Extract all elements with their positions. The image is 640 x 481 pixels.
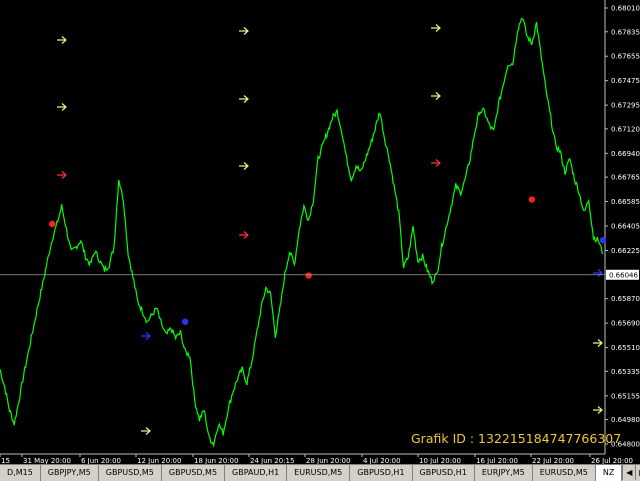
price-tick-label: 0.66940 xyxy=(611,150,640,158)
price-tick-label: 0.68010 xyxy=(611,5,640,13)
signal-arrow-icon xyxy=(593,406,603,414)
signal-arrow-icon xyxy=(239,95,249,103)
price-tick-label: 0.65510 xyxy=(611,344,640,352)
price-tick-label: 0.65690 xyxy=(611,320,640,328)
price-tick-label: 0.67295 xyxy=(611,102,640,110)
triangle-left-icon[interactable]: ◀ xyxy=(622,465,636,480)
signal-arrow-icon xyxy=(593,269,603,277)
time-tick-label: 16 Jul 20:00 xyxy=(476,457,518,464)
chart-tab[interactable]: EURUSD,M5 xyxy=(532,465,596,481)
chart-tabs-bar: D,M15 GBPJPY,M5 GBPUSD,M5 GBPUSD,M5 GBPA… xyxy=(0,464,640,481)
chart-tab[interactable]: GBPUSD,M5 xyxy=(98,465,162,481)
price-tick-label: 0.65155 xyxy=(611,392,640,400)
signal-arrow-icon xyxy=(431,24,441,32)
chart-tab[interactable]: GBPUSD,H1 xyxy=(350,465,413,481)
price-tick-label: 0.64980 xyxy=(611,416,640,424)
current-price: 0.66046 xyxy=(0,269,639,280)
time-tick-label: 18 Jun 20:00 xyxy=(194,457,238,464)
time-tick-label: 24 Jun 20:15 xyxy=(250,457,294,464)
signal-dot xyxy=(599,237,607,244)
price-line xyxy=(0,18,604,448)
time-tick-label: 31 May 20:00 xyxy=(23,457,71,464)
time-tick-label: 28 Jun 20:00 xyxy=(306,457,350,464)
price-tick-label: 0.66405 xyxy=(611,223,640,231)
signal-arrow-icon xyxy=(593,339,603,347)
signal-arrow-icon xyxy=(239,162,249,170)
signal-arrow-icon xyxy=(141,332,151,340)
time-tick-label: 6 Jun 20:00 xyxy=(81,457,121,464)
chart-tab[interactable]: GBPJPY,M5 xyxy=(40,465,99,481)
signal-arrow-icon xyxy=(57,171,67,179)
time-tick-label: 26 Jul 20:00 xyxy=(591,457,633,464)
price-series xyxy=(0,18,604,448)
signal-dot xyxy=(181,318,189,325)
chart-tab[interactable]: GBPUSD,H1 xyxy=(412,465,475,481)
triangle-right-icon[interactable]: ▶ xyxy=(635,465,640,480)
current-price-label: 0.66046 xyxy=(609,271,638,279)
chart-tab[interactable]: EURJPY,M5 xyxy=(474,465,533,481)
signal-arrow-icon xyxy=(141,427,151,435)
price-tick-label: 0.67655 xyxy=(611,53,640,61)
price-tick-label: 0.66765 xyxy=(611,174,640,182)
tab-scroll-controls: ◀ ▶ xyxy=(622,465,640,481)
signal-arrow-icon xyxy=(239,231,249,239)
time-tick-label: 12 Jun 20:00 xyxy=(137,457,181,464)
chart-tab[interactable]: D,M15 xyxy=(0,465,41,481)
chart-tab[interactable]: EURUSD,M5 xyxy=(287,465,351,481)
signal-dot xyxy=(49,220,56,228)
signal-arrow-icon xyxy=(431,92,441,100)
time-tick-label: 22 Jul 20:00 xyxy=(532,457,574,464)
price-tick-label: 0.65335 xyxy=(611,368,640,376)
signal-markers xyxy=(49,196,607,325)
time-tick-label: 10 Jul 20:00 xyxy=(419,457,461,464)
price-tick-label: 0.67120 xyxy=(611,125,640,133)
chart-frame xyxy=(0,0,606,455)
time-tick-label: 4 Jul 20:00 xyxy=(363,457,401,464)
signal-arrow-icon xyxy=(57,36,67,44)
signal-arrow-icon xyxy=(57,103,67,111)
signal-dot xyxy=(528,196,535,203)
signal-dot xyxy=(305,272,312,279)
chart-tab[interactable]: GBPAUD,H1 xyxy=(225,465,288,481)
price-tick-label: 0.66585 xyxy=(611,198,640,206)
signal-arrows xyxy=(57,24,603,435)
chart-tab-active[interactable]: NZ xyxy=(595,465,623,481)
price-tick-label: 0.66225 xyxy=(611,247,640,255)
price-chart[interactable]: 0.68010 0.67835 0.67655 0.67475 0.67295 0.671… xyxy=(0,0,640,464)
time-tick-label: 15 xyxy=(1,457,10,464)
price-axis[interactable]: 0.68010 0.67835 0.67655 0.67475 0.67295 0.671… xyxy=(605,5,640,449)
signal-arrow-icon xyxy=(239,27,249,35)
grafik-id-watermark: Grafik ID : 132215184747766307 xyxy=(411,431,622,446)
signal-arrow-icon xyxy=(431,159,441,167)
price-tick-label: 0.67475 xyxy=(611,77,640,85)
time-axis[interactable]: 15 31 May 20:00 6 Jun 20:00 12 Jun 20:00 18 … xyxy=(0,454,633,464)
price-tick-label: 0.65870 xyxy=(611,295,640,303)
price-tick-label: 0.67835 xyxy=(611,28,640,36)
chart-tab[interactable]: GBPUSD,M5 xyxy=(161,465,226,481)
